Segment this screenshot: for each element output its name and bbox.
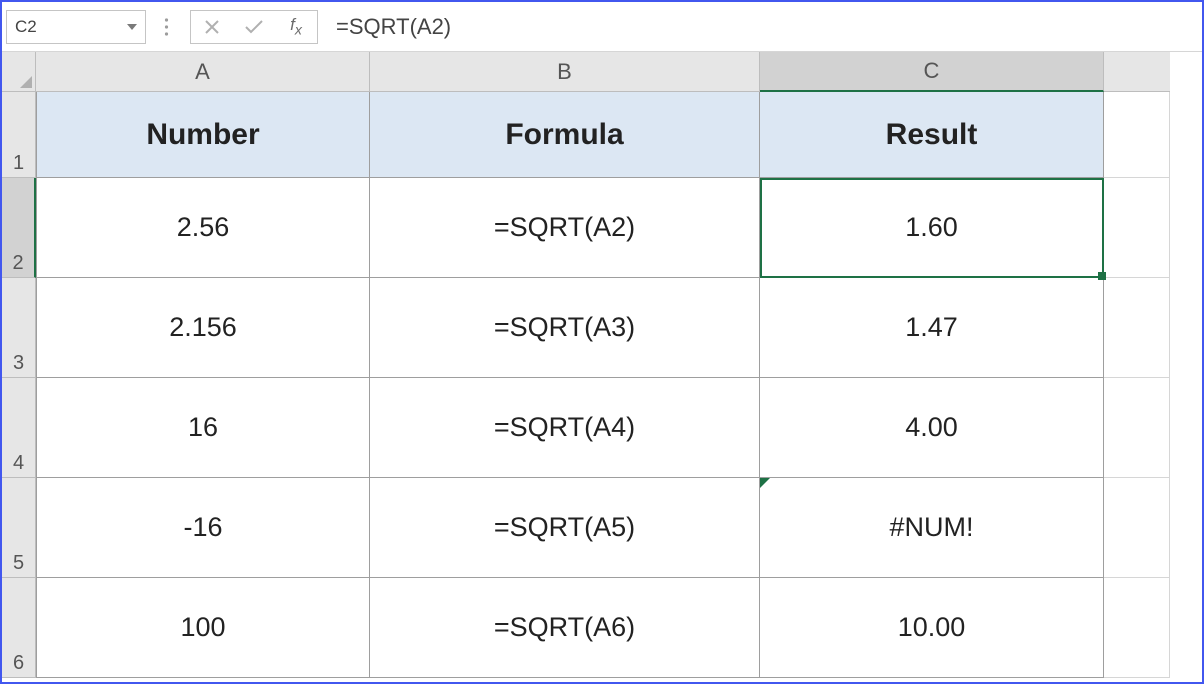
formula-input[interactable]: =SQRT(A2) (324, 14, 1198, 40)
cell-B4[interactable]: =SQRT(A4) (370, 378, 760, 478)
cell-A5[interactable]: -16 (36, 478, 370, 578)
fx-icon[interactable]: fx (275, 15, 317, 38)
col-header-rest[interactable] (1104, 52, 1170, 92)
cell-A2[interactable]: 2.56 (36, 178, 370, 278)
cell-D3[interactable] (1104, 278, 1170, 378)
row-header-1[interactable]: 1 (2, 92, 36, 178)
formula-bar: C2 fx =SQRT(A2) (2, 2, 1202, 52)
cell-A4[interactable]: 16 (36, 378, 370, 478)
cell-B6[interactable]: =SQRT(A6) (370, 578, 760, 678)
select-all-corner[interactable] (2, 52, 36, 92)
cell-C6[interactable]: 10.00 (760, 578, 1104, 678)
cell-D4[interactable] (1104, 378, 1170, 478)
cell-A6[interactable]: 100 (36, 578, 370, 678)
name-box[interactable]: C2 (6, 10, 146, 44)
row-header-2[interactable]: 2 (2, 178, 36, 278)
cell-C4[interactable]: 4.00 (760, 378, 1104, 478)
cell-B5[interactable]: =SQRT(A5) (370, 478, 760, 578)
cell-B2[interactable]: =SQRT(A2) (370, 178, 760, 278)
cell-C1[interactable]: Result (760, 92, 1104, 178)
cell-C5[interactable]: #NUM! (760, 478, 1104, 578)
cell-A3[interactable]: 2.156 (36, 278, 370, 378)
cell-B3[interactable]: =SQRT(A3) (370, 278, 760, 378)
row-header-3[interactable]: 3 (2, 278, 36, 378)
cell-D2[interactable] (1104, 178, 1170, 278)
cell-A1[interactable]: Number (36, 92, 370, 178)
dots-icon[interactable] (152, 10, 180, 44)
cell-B1[interactable]: Formula (370, 92, 760, 178)
cell-C2[interactable]: 1.60 (760, 178, 1104, 278)
row-header-6[interactable]: 6 (2, 578, 36, 678)
confirm-icon[interactable] (233, 19, 275, 35)
cell-C3[interactable]: 1.47 (760, 278, 1104, 378)
col-header-B[interactable]: B (370, 52, 760, 92)
formula-text: =SQRT(A2) (336, 14, 451, 40)
row-header-4[interactable]: 4 (2, 378, 36, 478)
cell-D1[interactable] (1104, 92, 1170, 178)
caret-down-icon (127, 24, 137, 30)
row-header-5[interactable]: 5 (2, 478, 36, 578)
cell-D5[interactable] (1104, 478, 1170, 578)
cell-D6[interactable] (1104, 578, 1170, 678)
cancel-icon[interactable] (191, 19, 233, 35)
spreadsheet-grid: A B C 1 2 3 4 5 6 Number Formula Result (2, 52, 1202, 682)
col-header-C[interactable]: C (760, 52, 1104, 92)
formula-buttons: fx (190, 10, 318, 44)
col-header-A[interactable]: A (36, 52, 370, 92)
name-box-value: C2 (15, 17, 37, 37)
